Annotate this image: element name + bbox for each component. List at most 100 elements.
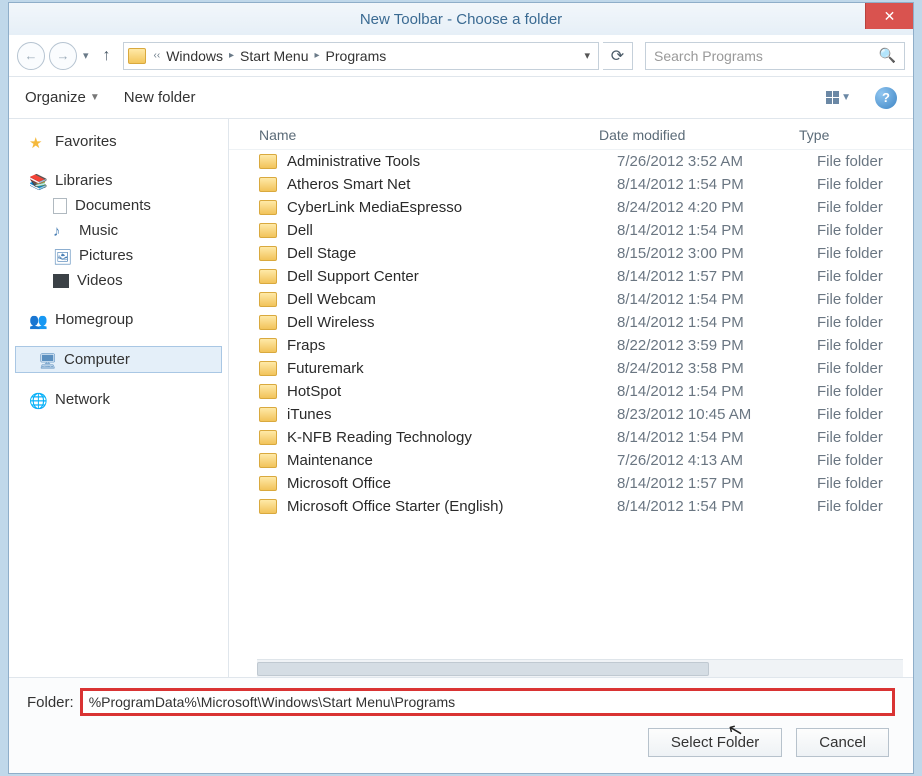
- forward-button[interactable]: →: [49, 42, 77, 70]
- body: ★ Favorites 📚 Libraries Documents ♪ Musi…: [9, 119, 913, 677]
- folder-icon: [259, 499, 277, 514]
- folder-label: Folder:: [27, 694, 74, 711]
- item-type: File folder: [817, 498, 883, 515]
- item-date: 7/26/2012 4:13 AM: [617, 452, 817, 469]
- recent-locations-dropdown[interactable]: ▾: [81, 49, 91, 62]
- list-item[interactable]: Dell8/14/2012 1:54 PMFile folder: [229, 219, 913, 242]
- list-item[interactable]: iTunes8/23/2012 10:45 AMFile folder: [229, 403, 913, 426]
- video-icon: [53, 274, 69, 288]
- sidebar-computer[interactable]: 🖥 Computer: [15, 346, 222, 373]
- list-item[interactable]: Dell Support Center8/14/2012 1:57 PMFile…: [229, 265, 913, 288]
- item-name: HotSpot: [287, 383, 617, 400]
- list-item[interactable]: Futuremark8/24/2012 3:58 PMFile folder: [229, 357, 913, 380]
- cancel-button[interactable]: Cancel: [796, 728, 889, 757]
- item-name: Dell: [287, 222, 617, 239]
- list-item[interactable]: K-NFB Reading Technology8/14/2012 1:54 P…: [229, 426, 913, 449]
- dialog-window: New Toolbar - Choose a folder ✕ ← → ▾ ↑ …: [8, 2, 914, 774]
- help-icon: ?: [882, 90, 890, 105]
- item-date: 7/26/2012 3:52 AM: [617, 153, 817, 170]
- close-button[interactable]: ✕: [865, 3, 913, 29]
- up-button[interactable]: ↑: [95, 44, 119, 68]
- item-date: 8/14/2012 1:54 PM: [617, 222, 817, 239]
- sidebar-network[interactable]: 🌐 Network: [9, 387, 228, 412]
- button-row: ↖ Select Folder Cancel: [27, 728, 895, 757]
- chevron-right-icon: ▸: [313, 50, 322, 61]
- item-date: 8/24/2012 4:20 PM: [617, 199, 817, 216]
- back-button[interactable]: ←: [17, 42, 45, 70]
- item-type: File folder: [817, 406, 883, 423]
- item-date: 8/14/2012 1:54 PM: [617, 429, 817, 446]
- sidebar-label: Music: [79, 222, 118, 239]
- folder-icon: [259, 154, 277, 169]
- item-name: Futuremark: [287, 360, 617, 377]
- list-item[interactable]: Dell Stage8/15/2012 3:00 PMFile folder: [229, 242, 913, 265]
- column-name[interactable]: Name: [259, 127, 599, 143]
- breadcrumb-programs[interactable]: Programs: [322, 48, 391, 64]
- item-date: 8/22/2012 3:59 PM: [617, 337, 817, 354]
- list-item[interactable]: Microsoft Office Starter (English)8/14/2…: [229, 495, 913, 518]
- navigation-pane: ★ Favorites 📚 Libraries Documents ♪ Musi…: [9, 119, 229, 677]
- sidebar-libraries[interactable]: 📚 Libraries: [9, 168, 228, 193]
- list-item[interactable]: CyberLink MediaEspresso8/24/2012 4:20 PM…: [229, 196, 913, 219]
- view-options-button[interactable]: ▼: [826, 91, 851, 104]
- folder-icon: [259, 407, 277, 422]
- item-type: File folder: [817, 245, 883, 262]
- breadcrumb-bar[interactable]: ‹‹ Windows ▸ Start Menu ▸ Programs ▾: [123, 42, 599, 70]
- refresh-button[interactable]: ⟳: [603, 42, 633, 70]
- sidebar-music[interactable]: ♪ Music: [9, 218, 228, 243]
- folder-icon: [259, 269, 277, 284]
- item-type: File folder: [817, 360, 883, 377]
- column-date[interactable]: Date modified: [599, 127, 799, 143]
- titlebar: New Toolbar - Choose a folder ✕: [9, 3, 913, 35]
- item-type: File folder: [817, 199, 883, 216]
- new-folder-button[interactable]: New folder: [124, 89, 196, 106]
- chevron-down-icon: ▼: [90, 92, 100, 103]
- star-icon: ★: [29, 134, 47, 150]
- list-item[interactable]: Fraps8/22/2012 3:59 PMFile folder: [229, 334, 913, 357]
- column-type[interactable]: Type: [799, 127, 903, 143]
- list-item[interactable]: Dell Wireless8/14/2012 1:54 PMFile folde…: [229, 311, 913, 334]
- list-item[interactable]: Dell Webcam8/14/2012 1:54 PMFile folder: [229, 288, 913, 311]
- file-list-pane: Name Date modified Type Administrative T…: [229, 119, 913, 677]
- music-icon: ♪: [53, 223, 71, 239]
- breadcrumb-dropdown[interactable]: ▾: [576, 49, 598, 62]
- list-item[interactable]: Administrative Tools7/26/2012 3:52 AMFil…: [229, 150, 913, 173]
- item-date: 8/14/2012 1:57 PM: [617, 475, 817, 492]
- document-icon: [53, 198, 67, 214]
- list-item[interactable]: Microsoft Office8/14/2012 1:57 PMFile fo…: [229, 472, 913, 495]
- sidebar-homegroup[interactable]: 👥 Homegroup: [9, 307, 228, 332]
- organize-menu[interactable]: Organize ▼: [25, 89, 100, 106]
- folder-icon: [259, 384, 277, 399]
- item-type: File folder: [817, 314, 883, 331]
- item-date: 8/23/2012 10:45 AM: [617, 406, 817, 423]
- list-item[interactable]: Maintenance7/26/2012 4:13 AMFile folder: [229, 449, 913, 472]
- sidebar-documents[interactable]: Documents: [9, 193, 228, 218]
- folder-icon: [259, 476, 277, 491]
- breadcrumb-startmenu[interactable]: Start Menu: [236, 48, 312, 64]
- folder-path-input[interactable]: %ProgramData%\Microsoft\Windows\Start Me…: [80, 688, 895, 716]
- computer-icon: 🖥: [38, 352, 56, 368]
- window-title: New Toolbar - Choose a folder: [9, 11, 913, 28]
- sidebar-label: Homegroup: [55, 311, 133, 328]
- help-button[interactable]: ?: [875, 87, 897, 109]
- item-name: iTunes: [287, 406, 617, 423]
- chevron-down-icon: ▼: [841, 92, 851, 103]
- item-date: 8/24/2012 3:58 PM: [617, 360, 817, 377]
- arrow-right-icon: →: [57, 48, 70, 63]
- list-item[interactable]: HotSpot8/14/2012 1:54 PMFile folder: [229, 380, 913, 403]
- item-type: File folder: [817, 176, 883, 193]
- scrollbar-thumb[interactable]: [257, 662, 709, 676]
- list-item[interactable]: Atheros Smart Net8/14/2012 1:54 PMFile f…: [229, 173, 913, 196]
- item-type: File folder: [817, 222, 883, 239]
- refresh-icon: ⟳: [611, 46, 624, 66]
- nav-row: ← → ▾ ↑ ‹‹ Windows ▸ Start Menu ▸ Progra…: [9, 35, 913, 77]
- item-date: 8/14/2012 1:54 PM: [617, 176, 817, 193]
- sidebar-favorites[interactable]: ★ Favorites: [9, 129, 228, 154]
- item-date: 8/14/2012 1:54 PM: [617, 314, 817, 331]
- horizontal-scrollbar[interactable]: [257, 659, 903, 677]
- breadcrumb-windows[interactable]: Windows: [162, 48, 227, 64]
- search-input[interactable]: Search Programs 🔍: [645, 42, 905, 70]
- sidebar-pictures[interactable]: 🖼 Pictures: [9, 243, 228, 268]
- select-folder-button[interactable]: Select Folder: [648, 728, 782, 757]
- sidebar-videos[interactable]: Videos: [9, 268, 228, 293]
